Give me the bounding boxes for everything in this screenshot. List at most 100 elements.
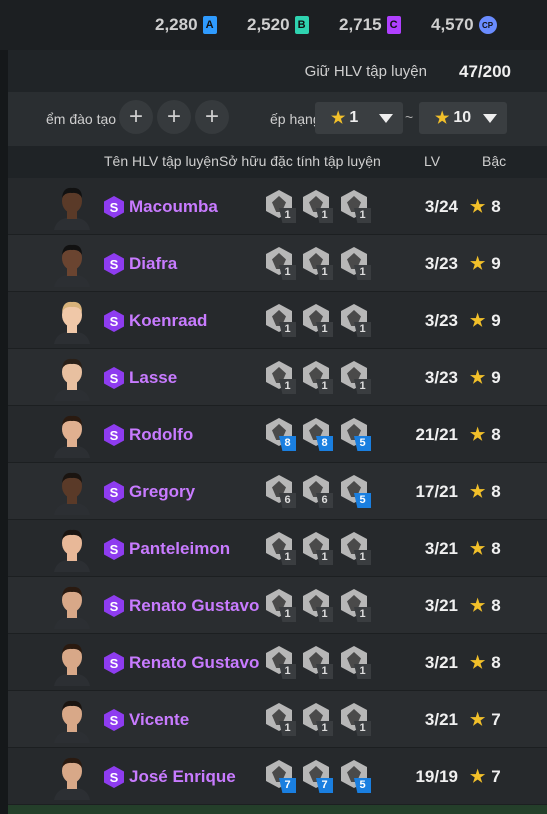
- currency-4: 4,570 CP: [431, 15, 497, 35]
- training-trait-icon[interactable]: 1: [264, 589, 298, 623]
- svg-text:S: S: [110, 428, 119, 443]
- training-trait-icon[interactable]: 7: [301, 760, 335, 794]
- training-trait-icon[interactable]: 1: [339, 190, 373, 224]
- coach-level: 3/21: [424, 710, 458, 729]
- training-trait-icon[interactable]: 1: [339, 532, 373, 566]
- coach-name[interactable]: Renato Gustavo: [129, 596, 259, 616]
- training-trait-icon[interactable]: 1: [264, 304, 298, 338]
- training-trait-icon[interactable]: 1: [264, 361, 298, 395]
- coach-row[interactable]: S Rodolfo 8 8 5 21/21 ★ 8: [8, 406, 547, 463]
- coach-name[interactable]: Lasse: [129, 368, 177, 388]
- coach-name[interactable]: Gregory: [129, 482, 195, 502]
- coach-name[interactable]: Diafra: [129, 254, 177, 274]
- star-icon: ★: [470, 539, 486, 558]
- coach-name[interactable]: Rodolfo: [129, 425, 193, 445]
- training-trait-icon[interactable]: 1: [339, 304, 373, 338]
- coach-name[interactable]: Macoumba: [129, 197, 218, 217]
- training-trait-icon[interactable]: 1: [339, 703, 373, 737]
- coach-level: 3/21: [424, 653, 458, 672]
- header-name[interactable]: Tên HLV tập luyện: [104, 153, 219, 169]
- training-trait-icon[interactable]: 6: [264, 475, 298, 509]
- add-slot-2-button[interactable]: +: [157, 100, 191, 134]
- coach-row[interactable]: S Panteleimon 1 1 1 3/21 ★ 8: [8, 520, 547, 577]
- trait-level: 1: [354, 265, 371, 280]
- add-slot-3-button[interactable]: +: [195, 100, 229, 134]
- training-trait-icon[interactable]: 1: [301, 589, 335, 623]
- coach-portrait: [52, 184, 92, 230]
- special-grade-icon: S: [104, 595, 124, 617]
- training-trait-icon[interactable]: 1: [301, 190, 335, 224]
- trait-level: 1: [354, 322, 371, 337]
- coach-name[interactable]: Vicente: [129, 710, 189, 730]
- rank-to-select[interactable]: ★ 10: [419, 102, 507, 134]
- training-trait-icon[interactable]: 1: [301, 247, 335, 281]
- training-trait-icon[interactable]: 1: [264, 646, 298, 680]
- coach-name[interactable]: José Enrique: [129, 767, 236, 787]
- special-grade-icon: S: [104, 481, 124, 503]
- training-trait-icon[interactable]: 1: [264, 247, 298, 281]
- coach-row[interactable]: S Diafra 1 1 1 3/23 ★ 9: [8, 235, 547, 292]
- star-icon: ★: [470, 254, 486, 273]
- coach-name[interactable]: Renato Gustavo: [129, 653, 259, 673]
- training-trait-icon[interactable]: 1: [264, 190, 298, 224]
- coach-portrait: [52, 355, 92, 401]
- training-trait-icon[interactable]: 1: [264, 532, 298, 566]
- header-lv[interactable]: LV: [424, 153, 440, 169]
- coach-row[interactable]: S Macoumba 1 1 1 3/24 ★ 8: [8, 178, 547, 235]
- coach-row[interactable]: S Lasse 1 1 1 3/23 ★ 9: [8, 349, 547, 406]
- coach-grade: ★ 7: [470, 767, 501, 787]
- star-icon: ★: [470, 197, 486, 216]
- training-trait-icon[interactable]: 1: [301, 646, 335, 680]
- header-grade[interactable]: Bậc: [482, 153, 506, 169]
- coach-row[interactable]: S Renato Gustavo 1 1 1 3/21 ★ 8: [8, 577, 547, 634]
- coach-grade: ★ 9: [470, 254, 501, 274]
- training-trait-icon[interactable]: 1: [339, 361, 373, 395]
- training-trait-icon[interactable]: 6: [301, 475, 335, 509]
- trait-level: 1: [354, 550, 371, 565]
- trait-level: 7: [316, 778, 333, 793]
- trait-level: 8: [316, 436, 333, 451]
- training-trait-icon[interactable]: 1: [339, 646, 373, 680]
- scrollbar[interactable]: [0, 50, 8, 814]
- coach-row[interactable]: S Renato Gustavo 1 1 1 3/21 ★ 8: [8, 634, 547, 691]
- coach-row[interactable]: S José Enrique 7 7 5 19/19 ★ 7: [8, 748, 547, 805]
- star-icon: ★: [470, 368, 486, 387]
- add-slot-1-button[interactable]: +: [119, 100, 153, 134]
- training-trait-icon[interactable]: 1: [264, 703, 298, 737]
- training-trait-icon[interactable]: 5: [339, 418, 373, 452]
- plus-icon: +: [166, 103, 181, 130]
- training-trait-icon[interactable]: 1: [301, 361, 335, 395]
- coach-name[interactable]: Koenraad: [129, 311, 207, 331]
- currency-value: 2,715: [339, 15, 382, 34]
- star-icon: ★: [470, 425, 486, 444]
- training-trait-icon[interactable]: 7: [264, 760, 298, 794]
- training-trait-icon[interactable]: 5: [339, 760, 373, 794]
- coach-level: 3/23: [424, 368, 458, 387]
- coach-portrait: [52, 241, 92, 287]
- training-trait-icon[interactable]: 1: [301, 304, 335, 338]
- svg-text:S: S: [110, 257, 119, 272]
- training-trait-icon[interactable]: 8: [301, 418, 335, 452]
- training-trait-icon[interactable]: 5: [339, 475, 373, 509]
- coach-row[interactable]: S Vicente 1 1 1 3/21 ★ 7: [8, 691, 547, 748]
- star-icon: ★: [470, 653, 486, 672]
- coach-name[interactable]: Panteleimon: [129, 539, 230, 559]
- training-trait-icon[interactable]: 1: [339, 247, 373, 281]
- training-trait-icon[interactable]: 8: [264, 418, 298, 452]
- header-traits[interactable]: Sở hữu đặc tính tập luyện: [219, 153, 381, 169]
- trait-level: 1: [354, 379, 371, 394]
- coach-level: 17/21: [415, 482, 458, 501]
- coach-level: 3/23: [424, 311, 458, 330]
- currency-bar: 2,280 A 2,520 B 2,715 C 4,570 CP: [0, 0, 547, 51]
- grade-value: 8: [491, 482, 501, 501]
- coach-row[interactable]: S Koenraad 1 1 1 3/23 ★ 9: [8, 292, 547, 349]
- coach-level: 3/24: [424, 197, 458, 216]
- rank-from-select[interactable]: ★ 1: [315, 102, 403, 134]
- training-trait-icon[interactable]: 1: [339, 589, 373, 623]
- training-trait-icon[interactable]: 1: [301, 532, 335, 566]
- currency-1: 2,280 A: [155, 15, 217, 35]
- training-trait-icon[interactable]: 1: [301, 703, 335, 737]
- grade-value: 8: [491, 425, 501, 444]
- coach-row[interactable]: S Gregory 6 6 5 17/21 ★ 8: [8, 463, 547, 520]
- special-grade-icon: S: [104, 538, 124, 560]
